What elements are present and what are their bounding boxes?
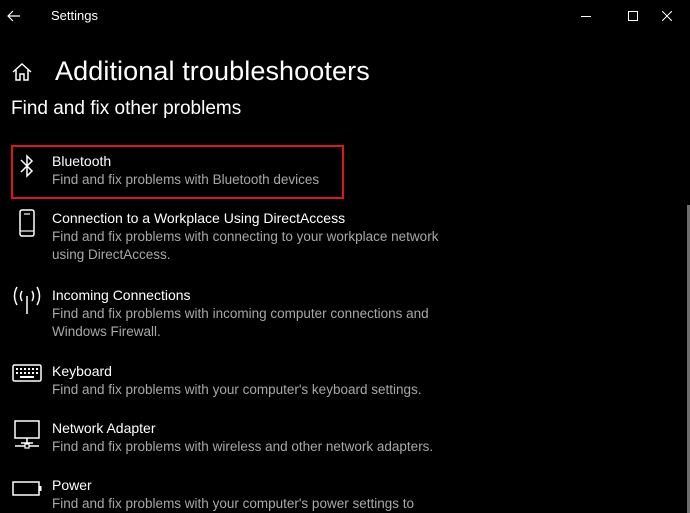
close-button[interactable] bbox=[644, 0, 690, 32]
section-title: Find and fix other problems bbox=[11, 98, 242, 119]
troubleshooter-description: Find and fix problems with connecting to… bbox=[52, 229, 439, 262]
troubleshooter-description: Find and fix problems with your computer… bbox=[52, 496, 414, 511]
troubleshooter-item-directaccess[interactable]: Connection to a Workplace Using DirectAc… bbox=[10, 209, 490, 265]
close-icon bbox=[662, 11, 672, 21]
troubleshooter-description: Find and fix problems with Bluetooth dev… bbox=[52, 172, 320, 187]
troubleshooter-name: Incoming Connections bbox=[52, 287, 191, 303]
troubleshooter-name: Connection to a Workplace Using DirectAc… bbox=[52, 210, 346, 226]
troubleshooter-description: Find and fix problems with wireless and … bbox=[52, 439, 434, 454]
troubleshooter-name: Network Adapter bbox=[52, 420, 156, 436]
title-bar: Settings bbox=[0, 0, 690, 32]
phone-icon bbox=[10, 209, 44, 239]
troubleshooter-item-bluetooth[interactable]: Bluetooth Find and fix problems with Blu… bbox=[10, 152, 490, 192]
troubleshooter-name: Bluetooth bbox=[52, 153, 112, 169]
home-icon[interactable] bbox=[11, 61, 33, 83]
troubleshooter-item-keyboard[interactable]: Keyboard Find and fix problems with your… bbox=[10, 362, 490, 402]
maximize-icon bbox=[628, 11, 638, 21]
wireless-signal-icon bbox=[10, 286, 44, 316]
troubleshooter-description: Find and fix problems with your computer… bbox=[52, 382, 422, 397]
troubleshooter-item-network-adapter[interactable]: Network Adapter Find and fix problems wi… bbox=[10, 419, 490, 459]
battery-icon bbox=[10, 476, 44, 506]
troubleshooter-name: Keyboard bbox=[52, 363, 112, 379]
troubleshooter-item-incoming-connections[interactable]: Incoming Connections Find and fix proble… bbox=[10, 286, 490, 342]
minimize-button[interactable] bbox=[563, 0, 609, 32]
troubleshooter-item-power[interactable]: Power Find and fix problems with your co… bbox=[10, 476, 490, 513]
minimize-icon bbox=[581, 16, 591, 17]
network-monitor-icon bbox=[10, 419, 44, 449]
bluetooth-icon bbox=[10, 152, 44, 182]
page-title: Additional troubleshooters bbox=[55, 56, 370, 86]
back-arrow-icon bbox=[7, 10, 20, 22]
app-title: Settings bbox=[51, 8, 98, 23]
troubleshooter-description: Find and fix problems with incoming comp… bbox=[52, 306, 429, 339]
troubleshooter-name: Power bbox=[52, 477, 92, 493]
keyboard-icon bbox=[10, 362, 44, 392]
back-button[interactable] bbox=[0, 0, 28, 32]
